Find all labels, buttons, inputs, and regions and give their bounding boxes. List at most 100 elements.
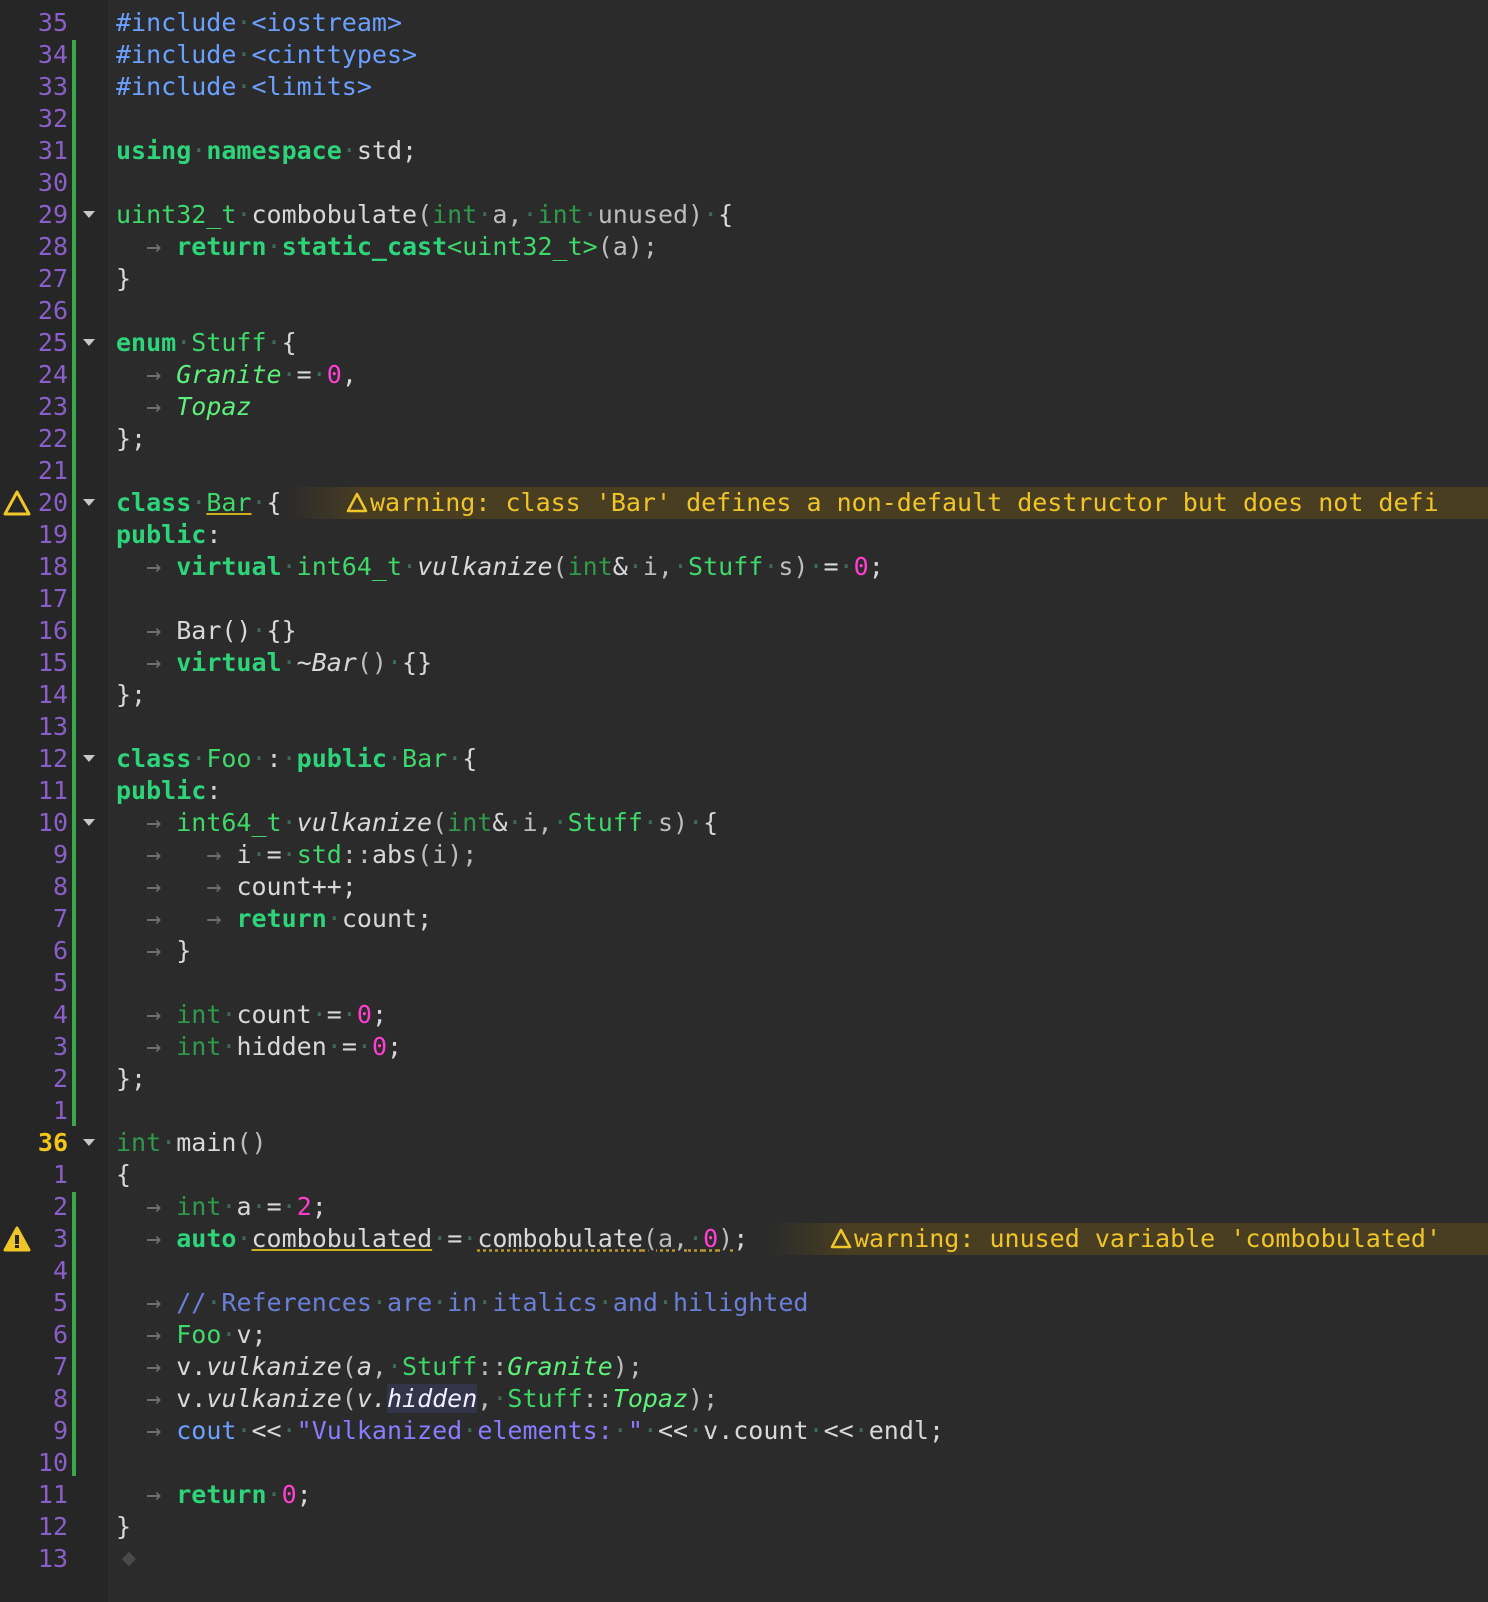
line-text[interactable]: public:	[116, 775, 221, 807]
line-text[interactable]: → auto·combobulated·=·combobulate(a,·0);	[116, 1223, 748, 1255]
line-text[interactable]: → Topaz	[116, 391, 251, 423]
code-line: 24 → Granite·=·0,	[0, 359, 1488, 391]
code-line: 28 → return·static_cast<uint32_t>(a);	[0, 231, 1488, 263]
code-line: 35 #include·<iostream>	[0, 7, 1488, 39]
code-line: 7 → → return·count;	[0, 903, 1488, 935]
line-number: 6	[52, 1320, 68, 1349]
fold-arrow-icon[interactable]	[83, 339, 95, 346]
line-number: 26	[37, 296, 68, 325]
line-text[interactable]: → Bar()·{}	[116, 615, 297, 647]
line-number: 29	[37, 200, 68, 229]
line-text[interactable]: → int·hidden·=·0;	[116, 1031, 402, 1063]
line-number: 25	[37, 328, 68, 357]
line-number: 33	[37, 72, 68, 101]
line-number: 1	[52, 1096, 68, 1125]
fold-arrow-icon[interactable]	[83, 1139, 95, 1146]
line-number: 24	[37, 360, 68, 389]
line-text[interactable]: class·Foo·:·public·Bar·{	[116, 743, 477, 775]
line-text[interactable]: uint32_t·combobulate(int·a,·int·unused)·…	[116, 199, 733, 231]
code-line: 15 → virtual·~Bar()·{}	[0, 647, 1488, 679]
line-text[interactable]: enum·Stuff·{	[116, 327, 297, 359]
line-text[interactable]: → virtual·~Bar()·{}	[116, 647, 432, 679]
line-text[interactable]: → int64_t·vulkanize(int&·i,·Stuff·s)·{	[116, 807, 718, 839]
code-line: 3 → int·hidden·=·0;	[0, 1031, 1488, 1063]
line-text[interactable]: using·namespace·std;	[116, 135, 417, 167]
code-line: 2 → int·a·=·2;	[0, 1191, 1488, 1223]
line-number: 4	[52, 1256, 68, 1285]
line-text[interactable]: #include·<cinttypes>	[116, 39, 417, 71]
line-number: 21	[37, 456, 68, 485]
inline-warning-message[interactable]: warning: class 'Bar' defines a non-defau…	[286, 487, 1488, 519]
line-number: 22	[37, 424, 68, 453]
line-text[interactable]: → int·count·=·0;	[116, 999, 387, 1031]
line-text[interactable]: → virtual·int64_t·vulkanize(int&·i,·Stuf…	[116, 551, 884, 583]
line-text[interactable]: → return·0;	[116, 1479, 312, 1511]
line-number: 14	[37, 680, 68, 709]
code-line: 13	[0, 711, 1488, 743]
code-line: 9 → cout·<<·"Vulkanized·elements:·"·<<·v…	[0, 1415, 1488, 1447]
line-text[interactable]: → v.vulkanize(v.hidden,·Stuff::Topaz);	[116, 1383, 718, 1415]
line-text[interactable]: {	[116, 1159, 131, 1191]
line-text[interactable]: → Granite·=·0,	[116, 359, 357, 391]
fold-arrow-icon[interactable]	[83, 755, 95, 762]
code-line: 4 → int·count·=·0;	[0, 999, 1488, 1031]
code-line: 31 using·namespace·std;	[0, 135, 1488, 167]
code-line: 11 public:	[0, 775, 1488, 807]
line-number: 9	[52, 840, 68, 869]
line-number: 35	[37, 8, 68, 37]
code-line: 7 → v.vulkanize(a,·Stuff::Granite);	[0, 1351, 1488, 1383]
line-text[interactable]: → → return·count;	[116, 903, 432, 935]
current-line-number: 36	[37, 1128, 68, 1157]
line-text[interactable]: → }	[116, 935, 191, 967]
line-text[interactable]: → cout·<<·"Vulkanized·elements:·"·<<·v.c…	[116, 1415, 944, 1447]
code-line: 18 → virtual·int64_t·vulkanize(int&·i,·S…	[0, 551, 1488, 583]
line-text[interactable]: int·main()	[116, 1127, 267, 1159]
code-line: 5 → //·References·are·in·italics·and·hil…	[0, 1287, 1488, 1319]
code-line: 10	[0, 1447, 1488, 1479]
line-text[interactable]: #include·<limits>	[116, 71, 372, 103]
line-text[interactable]: → → i·=·std::abs(i);	[116, 839, 477, 871]
line-text[interactable]: #include·<iostream>	[116, 7, 402, 39]
line-text[interactable]: }	[116, 263, 131, 295]
fold-arrow-icon[interactable]	[83, 819, 95, 826]
line-number: 16	[37, 616, 68, 645]
warning-icon	[830, 1228, 852, 1249]
line-text[interactable]: class·Bar·{	[116, 487, 282, 519]
line-number: 11	[37, 776, 68, 805]
line-text[interactable]: };	[116, 1063, 146, 1095]
line-number: 20	[37, 488, 68, 517]
line-number: 11	[37, 1480, 68, 1509]
code-line: 29 uint32_t·combobulate(int·a,·int·unuse…	[0, 199, 1488, 231]
line-number: 28	[37, 232, 68, 261]
line-text[interactable]: → Foo·v;	[116, 1319, 266, 1351]
inline-warning-message[interactable]: warning: unused variable 'combobulated'	[770, 1223, 1488, 1255]
code-line: 9 → → i·=·std::abs(i);	[0, 839, 1488, 871]
end-of-file-marker-icon	[121, 1551, 137, 1567]
line-text[interactable]: };	[116, 679, 146, 711]
code-line: 25 enum·Stuff·{	[0, 327, 1488, 359]
code-editor[interactable]: 35 #include·<iostream> 34 #include·<cint…	[0, 0, 1488, 1602]
line-text[interactable]: };	[116, 423, 146, 455]
line-number: 1	[52, 1160, 68, 1189]
line-text[interactable]: → int·a·=·2;	[116, 1191, 327, 1223]
line-number: 23	[37, 392, 68, 421]
fold-arrow-icon[interactable]	[83, 499, 95, 506]
line-number: 7	[52, 904, 68, 933]
line-number: 34	[37, 40, 68, 69]
line-text[interactable]: → //·References·are·in·italics·and·hilig…	[116, 1287, 808, 1319]
code-line: 17	[0, 583, 1488, 615]
code-line: 21	[0, 455, 1488, 487]
code-line: 5	[0, 967, 1488, 999]
line-text[interactable]: public:	[116, 519, 221, 551]
fold-arrow-icon[interactable]	[83, 211, 95, 218]
line-number: 7	[52, 1352, 68, 1381]
line-text[interactable]: → return·static_cast<uint32_t>(a);	[116, 231, 658, 263]
code-line: 6 → }	[0, 935, 1488, 967]
code-line: 13	[0, 1543, 1488, 1575]
line-text[interactable]: → → count++;	[116, 871, 357, 903]
line-number: 8	[52, 1384, 68, 1413]
code-line: 27 }	[0, 263, 1488, 295]
line-text[interactable]: → v.vulkanize(a,·Stuff::Granite);	[116, 1351, 643, 1383]
line-number: 13	[37, 1544, 68, 1573]
line-text[interactable]: }	[116, 1511, 131, 1543]
